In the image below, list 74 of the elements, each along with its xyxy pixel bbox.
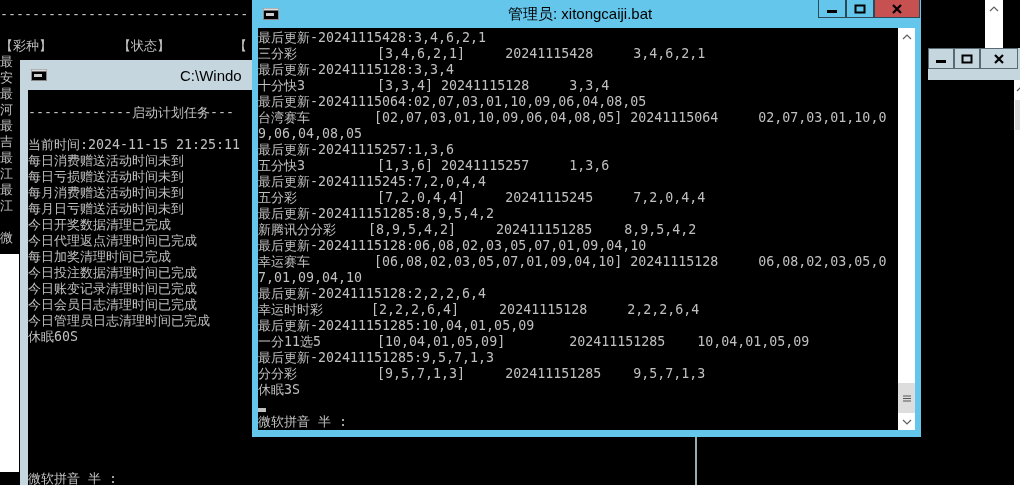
close-button[interactable] [980, 48, 1018, 69]
console-text: 新腾讯分分彩 [8,9,5,4,2] 202411151285 8,9,5,4,2 [258, 222, 697, 238]
minimize-button[interactable] [928, 48, 954, 69]
console-text: 最后更新-202411151285:8,9,5,4,2 [258, 206, 495, 222]
console-text: 最后更新-202411151285:9,5,7,1,3 [258, 350, 495, 366]
console-text: 最后更新-20241115245:7,2,0,4,4 [258, 174, 487, 190]
console-text: 分分彩 [9,5,7,1,3] 202411151285 9,5,7,1,3 [258, 366, 706, 382]
console-text: 最后更新-20241115064:02,07,03,01,10,09,06,04,08,05 [258, 94, 647, 110]
close-icon [993, 53, 1005, 64]
scroll-thumb[interactable] [898, 383, 915, 413]
console-text: 今日管理员日志清理时间已完成 [28, 313, 210, 329]
ime-status: 微软拼音 半 : [28, 471, 118, 485]
console-text: 每日消费赠送活动时间未到 [28, 153, 184, 169]
close-icon [891, 3, 903, 14]
console-text: 最 [0, 118, 13, 134]
console-text: 每日加奖清理时间已完成 [28, 249, 171, 265]
console-text: 河 [0, 102, 13, 118]
console-text: 当前时间:2024-11-15 21:25:11 [28, 137, 241, 153]
console-text: 今日代理返点清理时间已完成 [28, 233, 197, 249]
console-text: 最后更新-20241115128:3,3,4 [258, 62, 455, 78]
window-title: 管理员: xitongcaiji.bat [508, 4, 653, 24]
maximize-icon [854, 3, 866, 14]
minimize-icon [827, 10, 837, 13]
text-cursor [258, 408, 266, 412]
console-text: 今日开奖数据清理已完成 [28, 217, 171, 233]
console-text: 每日亏损赠送活动时间未到 [28, 169, 184, 185]
console-text: 五分快3 [1,3,6] 20241115257 1,3,6 [258, 158, 610, 174]
console-text: 9,06,04,08,05 [258, 126, 363, 142]
console-text: 幸运赛车 [06,08,02,03,05,07,01,09,04,10] 20241115128 06,08,02,03,05,0 [258, 254, 887, 270]
console-text: 最后更新-20241115257:1,3,6 [258, 142, 455, 158]
console-text: 今日会员日志清理时间已完成 [28, 297, 197, 313]
console-text: 三分彩 [3,4,6,2,1] 20241115428 3,4,6,2,1 [258, 46, 706, 62]
console-text: 最后更新-20241115128:06,08,02,03,05,07,01,09,04,10 [258, 238, 647, 254]
console-text: 幸运时时彩 [2,2,2,6,4] 20241115128 2,2,2,6,4 [258, 302, 700, 318]
console-text: 一分11选5 [10,04,01,05,09] 202411151285 10,04,01,05,09 [258, 334, 810, 350]
console-text: 每月日亏赠送活动时间未到 [28, 201, 184, 217]
console-icon [31, 69, 47, 81]
console-text: ------------------------------- [0, 7, 249, 23]
maximize-button[interactable] [846, 0, 874, 18]
caret-down-icon [901, 418, 912, 425]
console-text: -------------启动计划任务--- [28, 105, 235, 121]
caret-up-icon [901, 33, 912, 40]
console-text: 十分快3 [3,3,4] 20241115128 3,3,4 [258, 78, 610, 94]
window-title: C:\Windo [180, 66, 242, 84]
console-text: 微 [0, 230, 13, 246]
grip-icon [902, 394, 911, 402]
column-header: 【 [234, 38, 247, 54]
maximize-icon [961, 53, 973, 64]
console-text: 最后更新-20241115128:2,2,2,6,4 [258, 286, 487, 302]
console-text: 7,01,09,04,10 [258, 270, 363, 286]
console-text: 最后更新-20241115428:3,4,6,2,1 [258, 30, 487, 46]
console-text: 最 [0, 182, 13, 198]
minimize-icon [936, 60, 946, 63]
console-text: 今日投注数据清理时间已完成 [28, 265, 197, 281]
console-text: 休眠60S [28, 329, 79, 345]
console-text: 安 [0, 70, 13, 86]
column-header: 【彩种】 [0, 38, 52, 54]
console-text: 五分彩 [7,2,0,4,4] 20241115245 7,2,0,4,4 [258, 190, 706, 206]
minimize-button[interactable] [818, 0, 846, 18]
console-text: 最 [0, 54, 13, 70]
console-text: 今日账变记录清理时间已完成 [28, 281, 197, 297]
console-text: 最 [0, 86, 13, 102]
ime-status: 微软拼音 半 : [258, 414, 348, 430]
console-text: 休眠3S [258, 382, 300, 398]
console-text: 江 [0, 166, 13, 182]
console-text: 江 [0, 198, 13, 214]
maximize-button[interactable] [954, 48, 980, 69]
console-icon [263, 8, 279, 20]
console-text: 台湾赛车 [02,07,03,01,10,09,06,04,08,05] 20241115064 02,07,03,01,10,0 [258, 110, 887, 126]
console-text: 每月消费赠送活动时间未到 [28, 185, 184, 201]
column-header: 【状态】 [118, 38, 170, 54]
console-text: 吉 [0, 134, 13, 150]
console-text: 最后更新-202411151285:10,04,01,05,09 [258, 318, 535, 334]
console-text: 最 [0, 150, 13, 166]
